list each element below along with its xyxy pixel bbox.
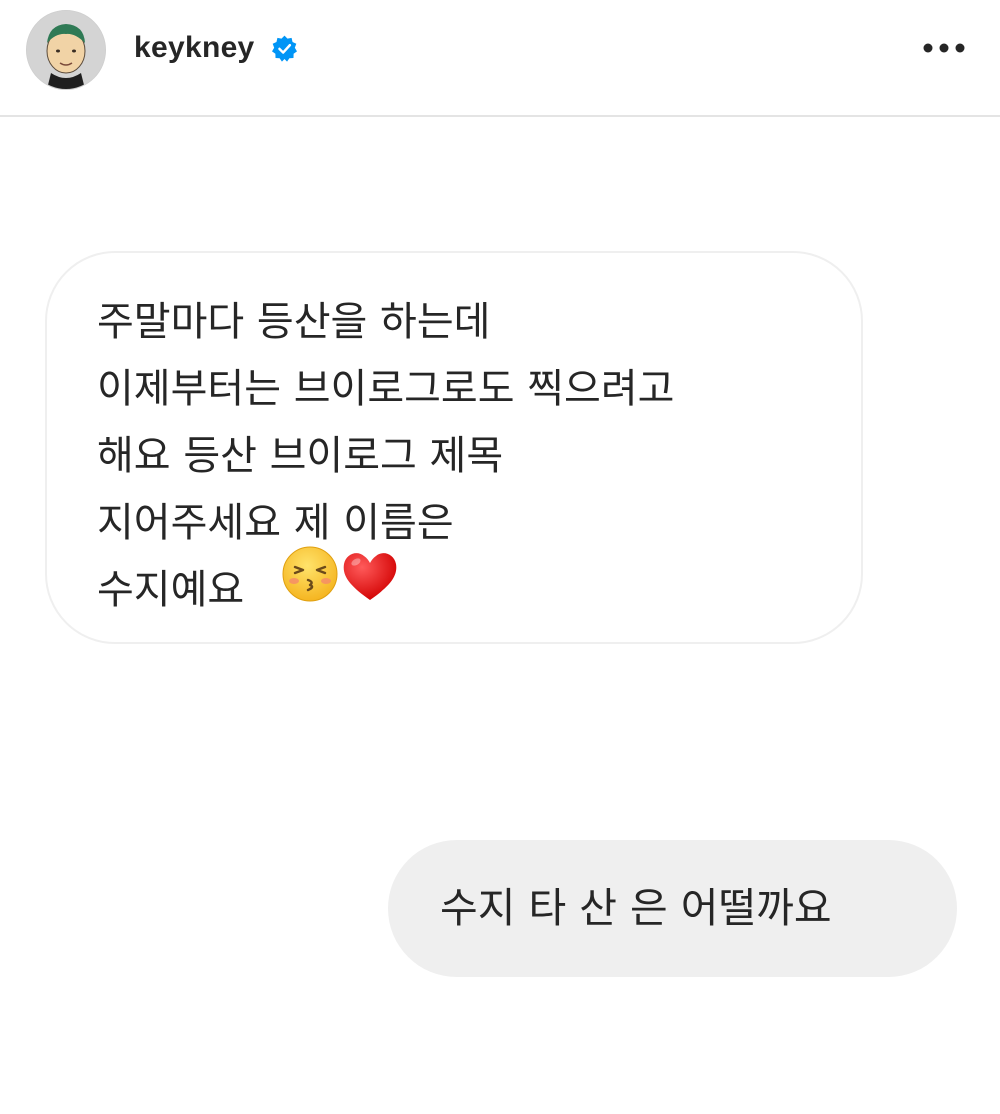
received-message-bubble[interactable]: 주말마다 등산을 하는데 이제부터는 브이로그로도 찍으려고 해요 등산 브이로… — [45, 251, 863, 644]
red-heart-icon — [343, 553, 397, 600]
more-options-icon[interactable] — [918, 30, 970, 66]
sent-message-bubble[interactable]: 수지 타 산 은 어떨까요 — [388, 840, 957, 977]
username[interactable]: keykney — [134, 28, 255, 68]
verified-badge-icon — [272, 35, 297, 62]
cartoon-avatar-icon — [27, 11, 105, 89]
chat-header: keykney — [0, 0, 1000, 117]
sent-message-text: 수지 타 산 은 어떨까요 — [440, 884, 832, 932]
kissing-face-closed-eyes-icon — [282, 546, 338, 602]
avatar[interactable] — [26, 10, 106, 90]
